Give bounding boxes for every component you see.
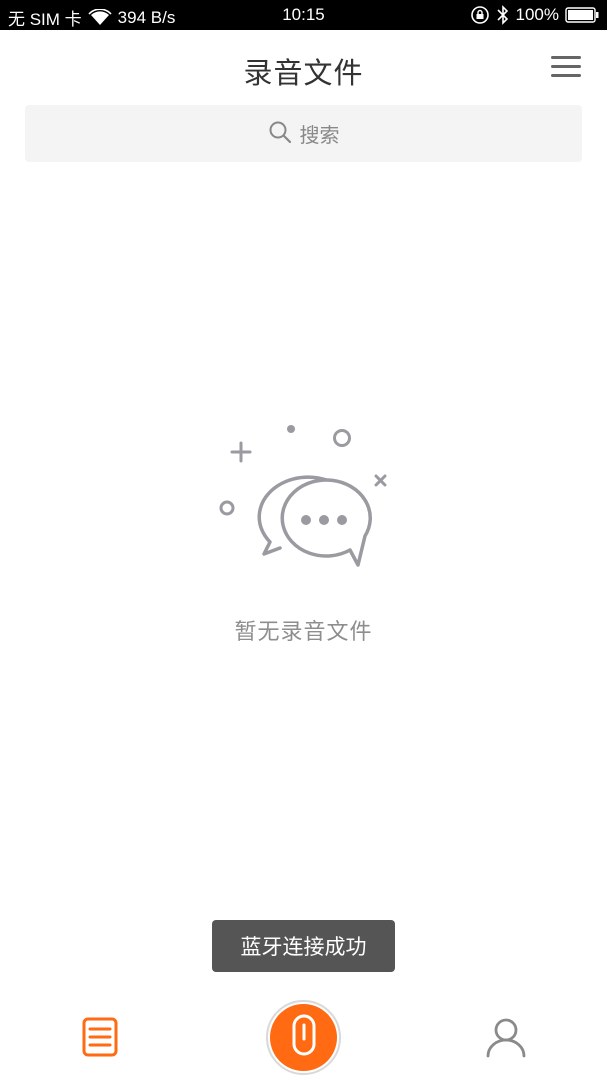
empty-state-message: 暂无录音文件 — [234, 620, 373, 645]
page-title: 录音文件 — [243, 56, 364, 90]
record-button-inner — [270, 1004, 337, 1071]
person-icon — [484, 1018, 528, 1063]
file-list-icon — [78, 1017, 122, 1063]
battery-icon — [565, 7, 599, 23]
search-icon — [268, 120, 292, 148]
hamburger-menu-icon — [551, 56, 581, 84]
menu-button[interactable] — [551, 54, 581, 80]
chat-bubbles-icon — [210, 418, 400, 578]
bottom-nav — [0, 990, 607, 1080]
search-input[interactable]: 搜索 — [25, 105, 582, 162]
toast: 蓝牙连接成功 — [212, 920, 395, 972]
search-placeholder: 搜索 — [299, 123, 340, 147]
record-button[interactable] — [266, 1000, 341, 1075]
microphone-icon — [289, 1013, 319, 1063]
header: 录音文件 — [0, 30, 607, 104]
bluetooth-icon — [496, 5, 510, 25]
battery-level: 100% — [515, 5, 559, 24]
toast-message: 蓝牙连接成功 — [240, 935, 367, 959]
rotation-lock-icon — [470, 5, 490, 25]
status-right: 100% — [470, 5, 599, 25]
nav-files-tab[interactable] — [78, 1015, 122, 1059]
status-bar: 无 SIM 卡 394 B/s 10:15 100% — [0, 0, 607, 30]
nav-profile-tab[interactable] — [484, 1015, 528, 1059]
